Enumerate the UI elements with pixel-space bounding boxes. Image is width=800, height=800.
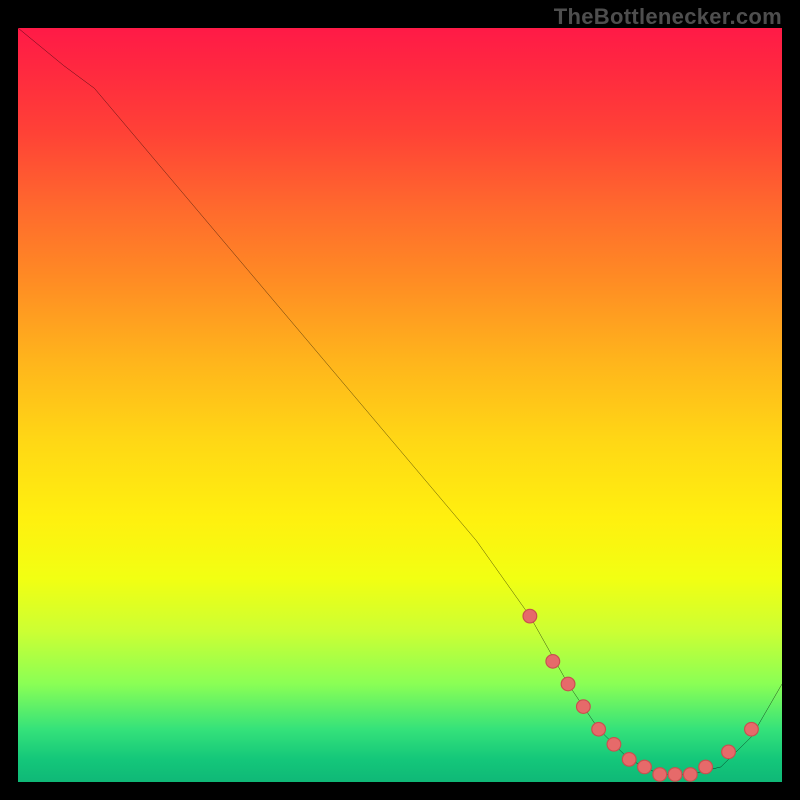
bottleneck-curve-path [18, 28, 782, 774]
plot-area [18, 28, 782, 782]
marker-point [653, 768, 667, 782]
marker-point [638, 760, 652, 774]
marker-point [607, 738, 621, 752]
marker-point [561, 677, 575, 691]
marker-point [683, 768, 697, 782]
marker-point [722, 745, 736, 759]
marker-point [576, 700, 590, 714]
marker-point [592, 722, 606, 736]
watermark-text: TheBottlenecker.com [554, 4, 782, 30]
marker-point [699, 760, 713, 774]
marker-point [546, 655, 560, 669]
marker-point [523, 609, 537, 623]
curve-layer [18, 28, 782, 782]
marker-point [668, 768, 682, 782]
highlight-markers [523, 609, 758, 781]
chart-frame: TheBottlenecker.com [0, 0, 800, 800]
marker-point [745, 722, 759, 736]
marker-point [622, 753, 636, 767]
